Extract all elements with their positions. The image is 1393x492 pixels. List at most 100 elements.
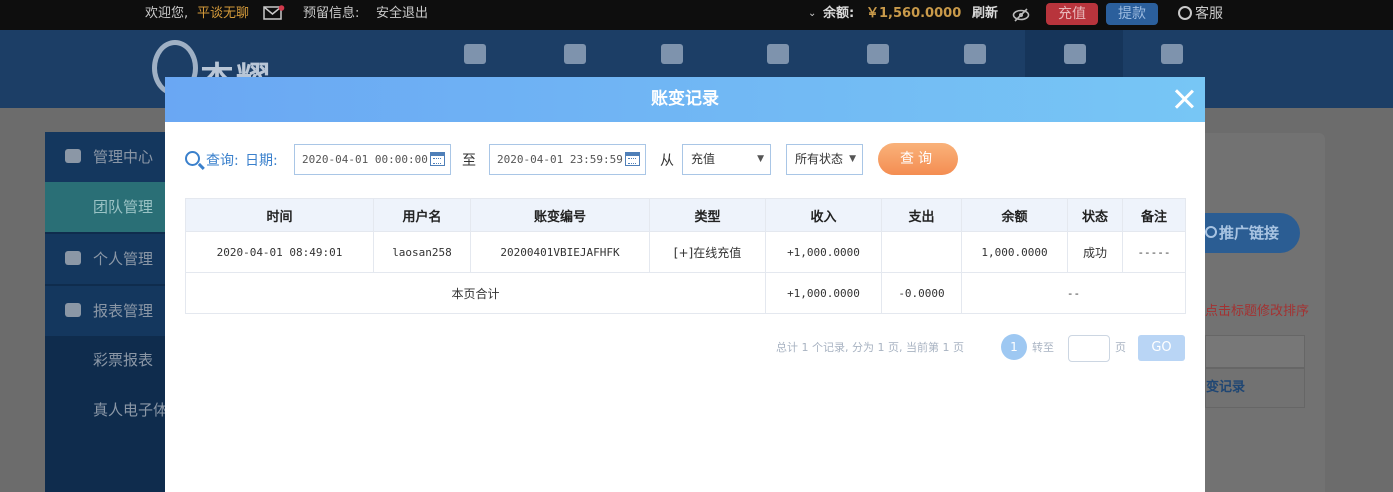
sort-hint-text: 点击标题修改排序 (1205, 304, 1310, 319)
summary-label: 本页合计 (185, 272, 766, 314)
team-icon (1064, 44, 1086, 64)
nav-item-slots[interactable] (758, 44, 798, 74)
logout-link[interactable]: 安全退出 (376, 0, 428, 30)
sidebar-item-label: 彩票报表 (93, 351, 154, 369)
customer-service-link[interactable]: 客服 (1178, 0, 1223, 28)
column-header[interactable]: 状态 (1067, 198, 1123, 232)
dropdown-arrow-icon: ▼ (757, 154, 764, 164)
table-header-row: 时间 用户名 账变编号 类型 收入 支出 余额 状态 备注 (185, 198, 1186, 232)
start-date-input[interactable]: 2020-04-01 00:00:00 (294, 144, 451, 175)
sidebar-item-management[interactable]: 管理中心 (45, 132, 175, 182)
cell-note: ----- (1122, 231, 1186, 273)
balance-value: ￥1,560.0000 (866, 6, 962, 21)
account-change-modal: 账变记录 查询: 日期: 2020-04-01 00:00:00 至 2020-… (165, 77, 1205, 492)
table-row: 2020-04-01 08:49:01 laosan258 20200401VB… (185, 231, 1186, 273)
calendar-icon[interactable] (430, 152, 445, 166)
nav-item-team[interactable] (1055, 44, 1095, 74)
sidebar-item-team[interactable]: 团队管理 (45, 182, 175, 232)
sidebar: 管理中心 团队管理 个人管理 报表管理 彩票报表 真人电子体 (45, 132, 175, 492)
chat-icon (1178, 6, 1192, 20)
link-icon (1205, 226, 1217, 238)
page-number-button[interactable]: 1 (1001, 334, 1027, 360)
cell-time: 2020-04-01 08:49:01 (185, 231, 374, 273)
column-header[interactable]: 余额 (961, 198, 1068, 232)
cell-balance: 1,000.0000 (961, 231, 1068, 273)
type-select[interactable]: 充值 ▼ (682, 144, 771, 175)
slot-machine-icon (767, 44, 789, 64)
date-label: 日期: (245, 153, 278, 169)
users-icon (65, 149, 81, 163)
record-link[interactable]: 变记录 (1205, 368, 1305, 408)
sidebar-item-label: 真人电子体 (93, 401, 169, 419)
to-label: 至 (462, 153, 476, 169)
summary-income: +1,000.0000 (765, 272, 882, 314)
summary-expense: -0.0000 (881, 272, 962, 314)
close-icon[interactable] (1174, 89, 1194, 109)
status-select[interactable]: 所有状态 ▼ (786, 144, 863, 175)
user-icon (65, 251, 81, 265)
withdraw-button[interactable]: 提款 (1106, 3, 1158, 25)
ticket-icon (564, 44, 586, 64)
nav-item-home[interactable] (455, 44, 495, 74)
mail-icon[interactable] (263, 5, 285, 21)
modal-header: 账变记录 (165, 77, 1205, 122)
query-label: 查询: (206, 153, 239, 169)
cell-income: +1,000.0000 (765, 231, 882, 273)
query-button[interactable]: 查询 (878, 143, 958, 175)
column-header[interactable]: 时间 (185, 198, 374, 232)
nav-item-promo[interactable] (1152, 44, 1192, 74)
go-button[interactable]: GO (1138, 335, 1185, 361)
goto-label: 转至 (1032, 341, 1054, 354)
cell-status: 成功 (1067, 231, 1123, 273)
start-date-value: 2020-04-01 00:00:00 (302, 153, 428, 166)
column-header[interactable]: 用户名 (373, 198, 471, 232)
sidebar-item-reports[interactable]: 报表管理 (45, 286, 175, 336)
cell-record-id: 20200401VBIEJAFHFK (470, 231, 650, 273)
customer-service-label: 客服 (1195, 6, 1223, 22)
calendar-icon[interactable] (625, 152, 640, 166)
cell-expense (881, 231, 962, 273)
promo-link-label: 推广链接 (1219, 224, 1280, 242)
nav-item-sports[interactable] (955, 44, 995, 74)
column-header[interactable]: 类型 (649, 198, 766, 232)
welcome-text: 欢迎您, (145, 6, 189, 21)
home-icon (464, 44, 486, 64)
end-date-input[interactable]: 2020-04-01 23:59:59 (489, 144, 646, 175)
nav-item-lottery[interactable] (555, 44, 595, 74)
reserved-info-link[interactable]: 预留信息: (303, 0, 359, 30)
sidebar-item-label: 报表管理 (93, 302, 154, 320)
right-table-header (1205, 335, 1305, 368)
sidebar-item-label: 团队管理 (93, 198, 154, 216)
sidebar-item-personal[interactable]: 个人管理 (45, 234, 175, 284)
summary-row: 本页合计 +1,000.0000 -0.0000 -- (185, 272, 1186, 314)
refresh-link[interactable]: 刷新 (972, 0, 998, 30)
status-select-value: 所有状态 (795, 152, 844, 166)
eye-hidden-icon[interactable] (1012, 7, 1030, 23)
balance-label: 余额: (823, 6, 855, 21)
goto-page-input[interactable] (1068, 335, 1110, 362)
username-link[interactable]: 平谈无聊 (197, 0, 249, 30)
cards-icon (867, 44, 889, 64)
column-header[interactable]: 支出 (881, 198, 962, 232)
end-date-value: 2020-04-01 23:59:59 (497, 153, 623, 166)
nav-item-live[interactable] (652, 44, 692, 74)
summary-rest: -- (961, 272, 1186, 314)
promo-link-button[interactable]: 推广链接 (1195, 213, 1300, 253)
cell-username: laosan258 (373, 231, 471, 273)
gift-icon (1161, 44, 1183, 64)
cell-type: [+]在线充值 (649, 231, 766, 273)
chevron-down-icon[interactable]: ⌄ (808, 0, 816, 30)
column-header[interactable]: 账变编号 (470, 198, 650, 232)
nav-item-cards[interactable] (858, 44, 898, 74)
sidebar-item-live-report[interactable]: 真人电子体 (45, 385, 175, 435)
dropdown-arrow-icon: ▼ (849, 154, 856, 164)
records-table: 时间 用户名 账变编号 类型 收入 支出 余额 状态 备注 2020-04-01… (185, 198, 1186, 314)
from-label: 从 (660, 153, 674, 169)
recharge-button[interactable]: 充值 (1046, 3, 1098, 25)
column-header[interactable]: 收入 (765, 198, 882, 232)
top-bar: 欢迎您, 平谈无聊 预留信息: 安全退出 ⌄ 余额: ￥1,560.0000 刷… (0, 0, 1393, 30)
column-header[interactable]: 备注 (1122, 198, 1186, 232)
search-icon (185, 151, 200, 166)
dealer-icon (661, 44, 683, 64)
sidebar-item-lottery-report[interactable]: 彩票报表 (45, 335, 175, 385)
